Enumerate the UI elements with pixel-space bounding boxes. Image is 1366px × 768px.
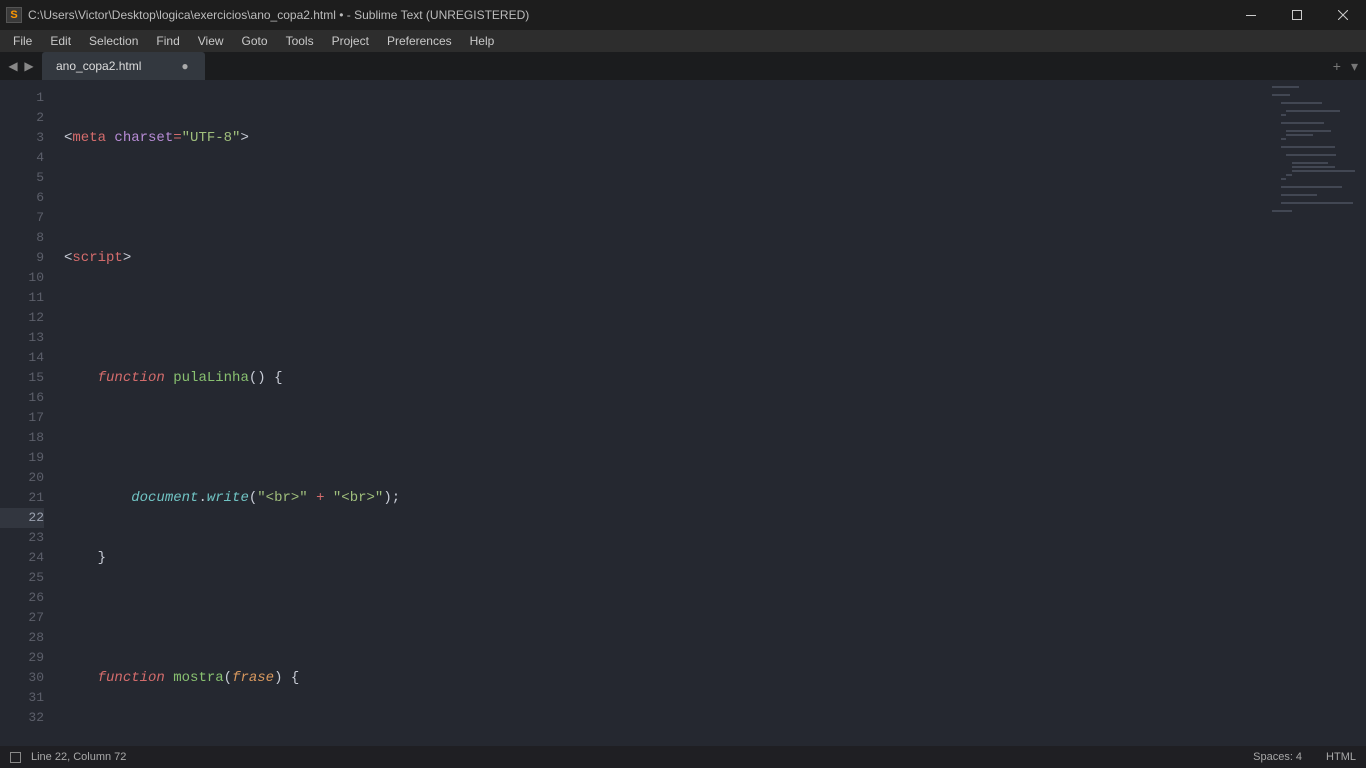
line-number: 25 bbox=[0, 568, 44, 588]
code-token: } bbox=[64, 550, 106, 566]
minimize-button[interactable] bbox=[1228, 0, 1274, 30]
app-icon: S bbox=[6, 7, 22, 23]
code-token bbox=[64, 670, 98, 686]
line-number: 31 bbox=[0, 688, 44, 708]
menubar: File Edit Selection Find View Goto Tools… bbox=[0, 30, 1366, 52]
line-number: 16 bbox=[0, 388, 44, 408]
code-token bbox=[64, 490, 131, 506]
code-token: write bbox=[207, 490, 249, 506]
code-token: frase bbox=[232, 670, 274, 686]
menu-preferences[interactable]: Preferences bbox=[378, 32, 461, 50]
line-number: 28 bbox=[0, 628, 44, 648]
maximize-button[interactable] bbox=[1274, 0, 1320, 30]
line-number: 9 bbox=[0, 248, 44, 268]
code-area[interactable]: <meta charset="UTF-8"> <script> function… bbox=[56, 80, 1366, 746]
tab-dirty-icon: ● bbox=[181, 59, 188, 73]
nav-forward-icon[interactable]: ▶ bbox=[22, 59, 36, 73]
code-token: "UTF-8" bbox=[182, 130, 241, 146]
code-token: "<br>" bbox=[333, 490, 383, 506]
line-number: 23 bbox=[0, 528, 44, 548]
window-controls bbox=[1228, 0, 1366, 30]
tab-active[interactable]: ano_copa2.html ● bbox=[42, 52, 205, 80]
line-number: 18 bbox=[0, 428, 44, 448]
code-token: function bbox=[98, 370, 165, 386]
code-token: ); bbox=[383, 490, 400, 506]
line-number: 20 bbox=[0, 468, 44, 488]
line-number: 30 bbox=[0, 668, 44, 688]
line-number: 5 bbox=[0, 168, 44, 188]
window-title: C:\Users\Victor\Desktop\logica\exercicio… bbox=[28, 8, 529, 22]
editor[interactable]: 1234567891011121314151617181920212223242… bbox=[0, 80, 1366, 746]
line-number: 7 bbox=[0, 208, 44, 228]
code-token bbox=[64, 370, 98, 386]
tab-menu-icon[interactable]: ▾ bbox=[1351, 58, 1358, 75]
close-button[interactable] bbox=[1320, 0, 1366, 30]
line-number: 2 bbox=[0, 108, 44, 128]
menu-project[interactable]: Project bbox=[323, 32, 378, 50]
tabstrip: ◀ ▶ ano_copa2.html ● + ▾ bbox=[0, 52, 1366, 80]
code-token: charset bbox=[114, 130, 173, 146]
code-token: meta bbox=[72, 130, 106, 146]
menu-tools[interactable]: Tools bbox=[277, 32, 323, 50]
line-number: 1 bbox=[0, 88, 44, 108]
line-number: 12 bbox=[0, 308, 44, 328]
line-number: 10 bbox=[0, 268, 44, 288]
gutter: 1234567891011121314151617181920212223242… bbox=[0, 80, 56, 746]
titlebar: S C:\Users\Victor\Desktop\logica\exercic… bbox=[0, 0, 1366, 30]
panel-switcher-icon[interactable] bbox=[10, 752, 21, 763]
line-number: 29 bbox=[0, 648, 44, 668]
tab-label: ano_copa2.html bbox=[56, 59, 141, 73]
line-number: 22 bbox=[0, 508, 44, 528]
code-token: > bbox=[123, 250, 131, 266]
line-number: 32 bbox=[0, 708, 44, 728]
code-token: ( bbox=[224, 670, 232, 686]
menu-edit[interactable]: Edit bbox=[41, 32, 80, 50]
code-token bbox=[308, 490, 316, 506]
code-token: pulaLinha bbox=[173, 370, 249, 386]
minimap[interactable] bbox=[1272, 86, 1362, 196]
line-number: 13 bbox=[0, 328, 44, 348]
line-number: 11 bbox=[0, 288, 44, 308]
line-number: 14 bbox=[0, 348, 44, 368]
code-token: ) { bbox=[274, 670, 299, 686]
code-token: + bbox=[316, 490, 324, 506]
nav-back-icon[interactable]: ◀ bbox=[6, 59, 20, 73]
line-number: 17 bbox=[0, 408, 44, 428]
code-token bbox=[165, 670, 173, 686]
code-token: . bbox=[198, 490, 206, 506]
line-number: 21 bbox=[0, 488, 44, 508]
line-number: 8 bbox=[0, 228, 44, 248]
code-token: function bbox=[98, 670, 165, 686]
new-tab-icon[interactable]: + bbox=[1333, 58, 1341, 74]
code-token bbox=[165, 370, 173, 386]
menu-file[interactable]: File bbox=[4, 32, 41, 50]
code-token: ( bbox=[249, 490, 257, 506]
line-number: 27 bbox=[0, 608, 44, 628]
code-token: = bbox=[173, 130, 181, 146]
menu-goto[interactable]: Goto bbox=[233, 32, 277, 50]
code-token: () { bbox=[249, 370, 283, 386]
line-number: 3 bbox=[0, 128, 44, 148]
line-number: 6 bbox=[0, 188, 44, 208]
line-number: 19 bbox=[0, 448, 44, 468]
line-number: 4 bbox=[0, 148, 44, 168]
code-token: mostra bbox=[173, 670, 223, 686]
menu-selection[interactable]: Selection bbox=[80, 32, 147, 50]
code-token: "<br>" bbox=[257, 490, 307, 506]
line-number: 26 bbox=[0, 588, 44, 608]
code-token: > bbox=[240, 130, 248, 146]
menu-help[interactable]: Help bbox=[461, 32, 504, 50]
code-token: document bbox=[131, 490, 198, 506]
code-token bbox=[325, 490, 333, 506]
line-number: 24 bbox=[0, 548, 44, 568]
line-number: 15 bbox=[0, 368, 44, 388]
menu-view[interactable]: View bbox=[189, 32, 233, 50]
code-token: script bbox=[72, 250, 122, 266]
menu-find[interactable]: Find bbox=[147, 32, 188, 50]
